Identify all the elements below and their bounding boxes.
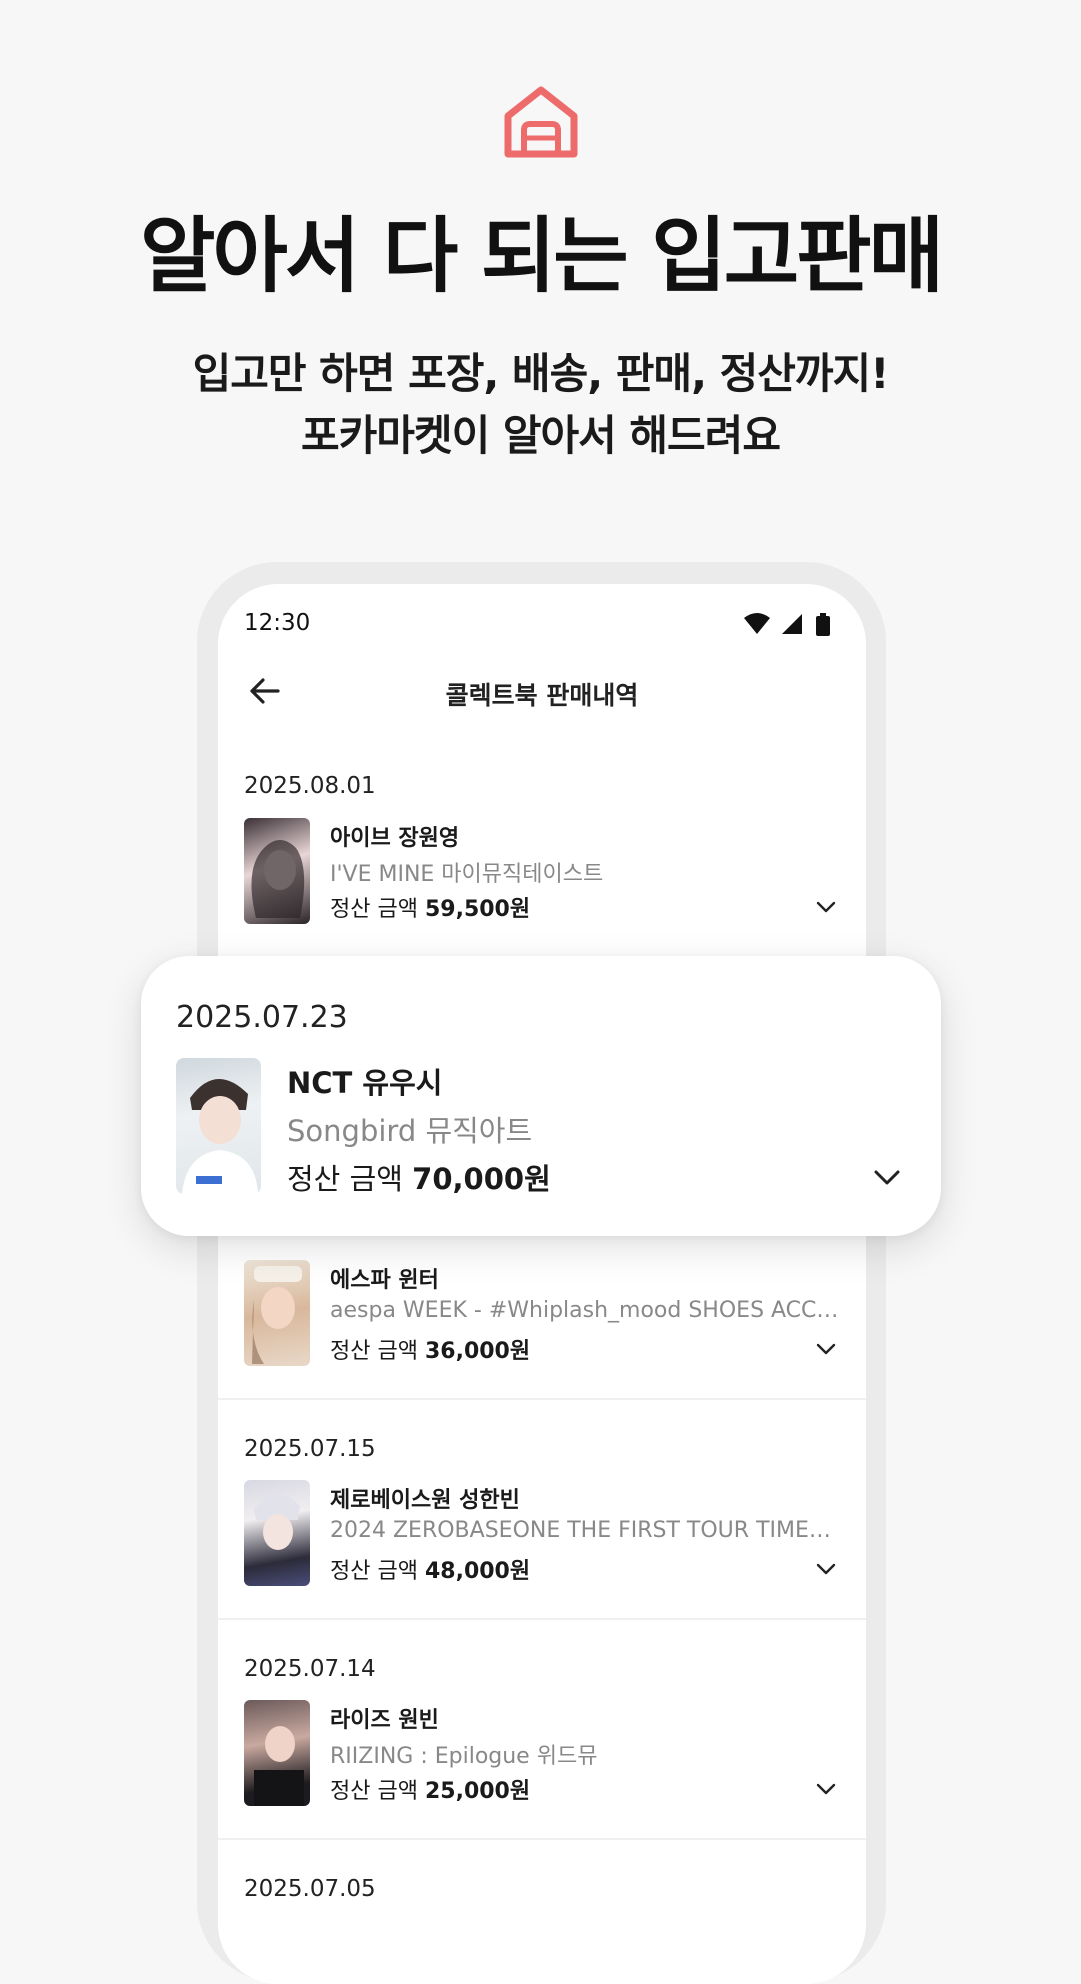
chevron-down-icon[interactable] (871, 1161, 903, 1193)
entry-date: 2025.08.01 (244, 773, 376, 799)
photocard-thumbnail (176, 1058, 261, 1194)
highlight-date: 2025.07.23 (176, 1000, 348, 1035)
highlight-amount: 정산 금액 70,000원 (287, 1156, 551, 1198)
screen-title: 콜렉트북 판매내역 (445, 681, 639, 710)
amount-value: 25,000원 (424, 1779, 531, 1804)
amount-label: 정산 금액 (330, 1559, 418, 1584)
amount-label: 정산 금액 (330, 1339, 418, 1364)
entry-desc: RIIZING : Epilogue 위드뮤 (330, 1744, 598, 1769)
entry-name: 라이즈 원빈 (330, 1708, 439, 1733)
entry-date: 2025.07.15 (244, 1436, 376, 1462)
entry-amount: 정산 금액 36,000원 (330, 1333, 530, 1365)
entry-name: 제로베이스원 성한빈 (330, 1488, 520, 1513)
amount-value: 59,500원 (424, 897, 531, 922)
amount-value: 48,000원 (424, 1559, 531, 1584)
highlight-desc: Songbird 뮤직아트 (287, 1114, 533, 1148)
amount-label: 정산 금액 (287, 1162, 403, 1196)
entry-amount: 정산 금액 59,500원 (330, 891, 530, 923)
entry-amount: 정산 금액 25,000원 (330, 1773, 530, 1805)
photocard-thumbnail (244, 1480, 310, 1586)
subheadline-line1: 입고만 하면 포장, 배송, 판매, 정산까지! (192, 349, 890, 398)
entry-date: 2025.07.14 (244, 1656, 376, 1682)
photocard-thumbnail (244, 1700, 310, 1806)
chevron-down-icon[interactable] (814, 1337, 838, 1361)
divider (218, 1838, 866, 1840)
divider (218, 1618, 866, 1620)
entry-name: 아이브 장원영 (330, 826, 460, 851)
entry-desc: 2024 ZEROBASEONE THE FIRST TOUR TIMELE..… (330, 1518, 840, 1543)
battery-icon (816, 613, 830, 636)
amount-label: 정산 금액 (330, 897, 418, 922)
photocard-thumbnail (244, 818, 310, 924)
entry-desc: I'VE MINE 마이뮤직테이스트 (330, 862, 604, 887)
headline: 알아서 다 되는 입고판매 (139, 209, 944, 304)
amount-label: 정산 금액 (330, 1779, 418, 1804)
signal-icon (782, 614, 802, 634)
entry-date: 2025.07.05 (244, 1876, 376, 1902)
highlight-name: NCT 유우시 (287, 1066, 443, 1100)
chevron-down-icon[interactable] (814, 1777, 838, 1801)
entry-amount: 정산 금액 48,000원 (330, 1553, 530, 1585)
chevron-down-icon[interactable] (814, 895, 838, 919)
phone-screen: 12:30 콜렉트북 판매내역 2025.08.01 아이브 장원영 I'VE … (218, 584, 866, 1984)
status-time: 12:30 (244, 610, 311, 636)
wifi-icon (744, 613, 770, 634)
status-icons (744, 613, 830, 636)
photocard-thumbnail (244, 1260, 310, 1366)
divider (218, 1398, 866, 1400)
entry-desc: aespa WEEK - #Whiplash_mood SHOES ACC S.… (330, 1298, 840, 1323)
chevron-down-icon[interactable] (814, 1557, 838, 1581)
highlight-sale-card[interactable]: 2025.07.23 NCT 유우시 Songbird 뮤직아트 정산 금액 7… (141, 956, 941, 1236)
warehouse-logo-icon (504, 86, 578, 158)
amount-value: 36,000원 (424, 1339, 531, 1364)
entry-name: 에스파 윈터 (330, 1268, 439, 1293)
amount-value: 70,000원 (412, 1162, 551, 1196)
subheadline-line2: 포카마켓이 알아서 해드려요 (301, 411, 781, 460)
